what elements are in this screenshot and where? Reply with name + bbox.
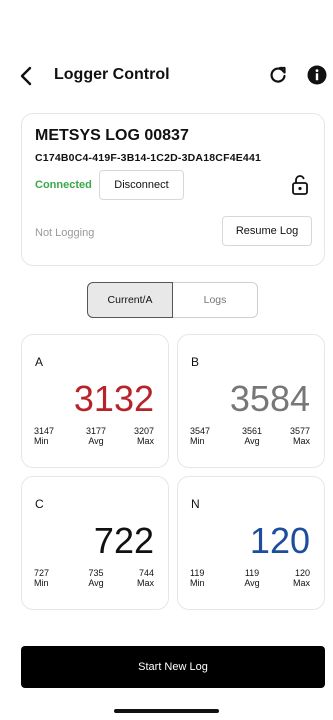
view-tabs: Current/A Logs [87,282,258,318]
meter-min: 727 Min [34,568,50,588]
meter-label: A [35,355,44,369]
unlocked-padlock-icon[interactable] [291,174,309,196]
disconnect-button[interactable]: Disconnect [99,170,184,200]
meter-max: 120 Max [292,568,310,588]
meter-avg: 3561 Avg [241,426,263,446]
refresh-icon[interactable] [268,65,288,85]
meter-min: 3547 Min [190,426,211,446]
meter-label: N [191,497,200,511]
tab-logs[interactable]: Logs [173,282,258,318]
meter-value: 3584 [229,378,310,419]
home-indicator [114,709,219,713]
meter-card-n: N 120 119 Min 119 Avg 120 Max [177,476,325,610]
connection-status: Connected [35,179,92,191]
device-card: METSYS LOG 00837 C174B0C4-419F-3B14-1C2D… [21,113,325,266]
meter-avg: 735 Avg [88,568,104,588]
resume-log-button[interactable]: Resume Log [222,216,312,246]
meter-max: 744 Max [136,568,154,588]
page-title: Logger Control [54,66,170,83]
meter-max: 3207 Max [133,426,154,446]
meter-value: 722 [93,520,154,561]
meter-min: 3147 Min [34,426,55,446]
tab-current[interactable]: Current/A [87,282,173,318]
meter-max: 3577 Max [289,426,310,446]
meter-avg: 3177 Avg [85,426,107,446]
back-arrow-icon[interactable] [16,65,38,87]
logging-status: Not Logging [35,227,95,239]
meter-card-b: B 3584 3547 Min 3561 Avg 3577 Max [177,334,325,468]
device-id: C174B0C4-419F-3B14-1C2D-3DA18CF4E441 [35,152,262,164]
info-icon[interactable] [307,65,327,85]
meter-value: 3132 [73,378,154,419]
meter-min: 119 Min [190,568,205,588]
meter-value: 120 [249,520,310,561]
device-name: METSYS LOG 00837 [35,127,189,144]
meter-label: C [35,497,44,511]
meter-card-a: A 3132 3147 Min 3177 Avg 3207 Max [21,334,169,468]
header-bar: Logger Control [0,60,333,92]
meter-label: B [191,355,200,369]
start-new-log-button[interactable]: Start New Log [21,646,325,688]
meter-card-c: C 722 727 Min 735 Avg 744 Max [21,476,169,610]
meter-avg: 119 Avg [244,568,260,588]
